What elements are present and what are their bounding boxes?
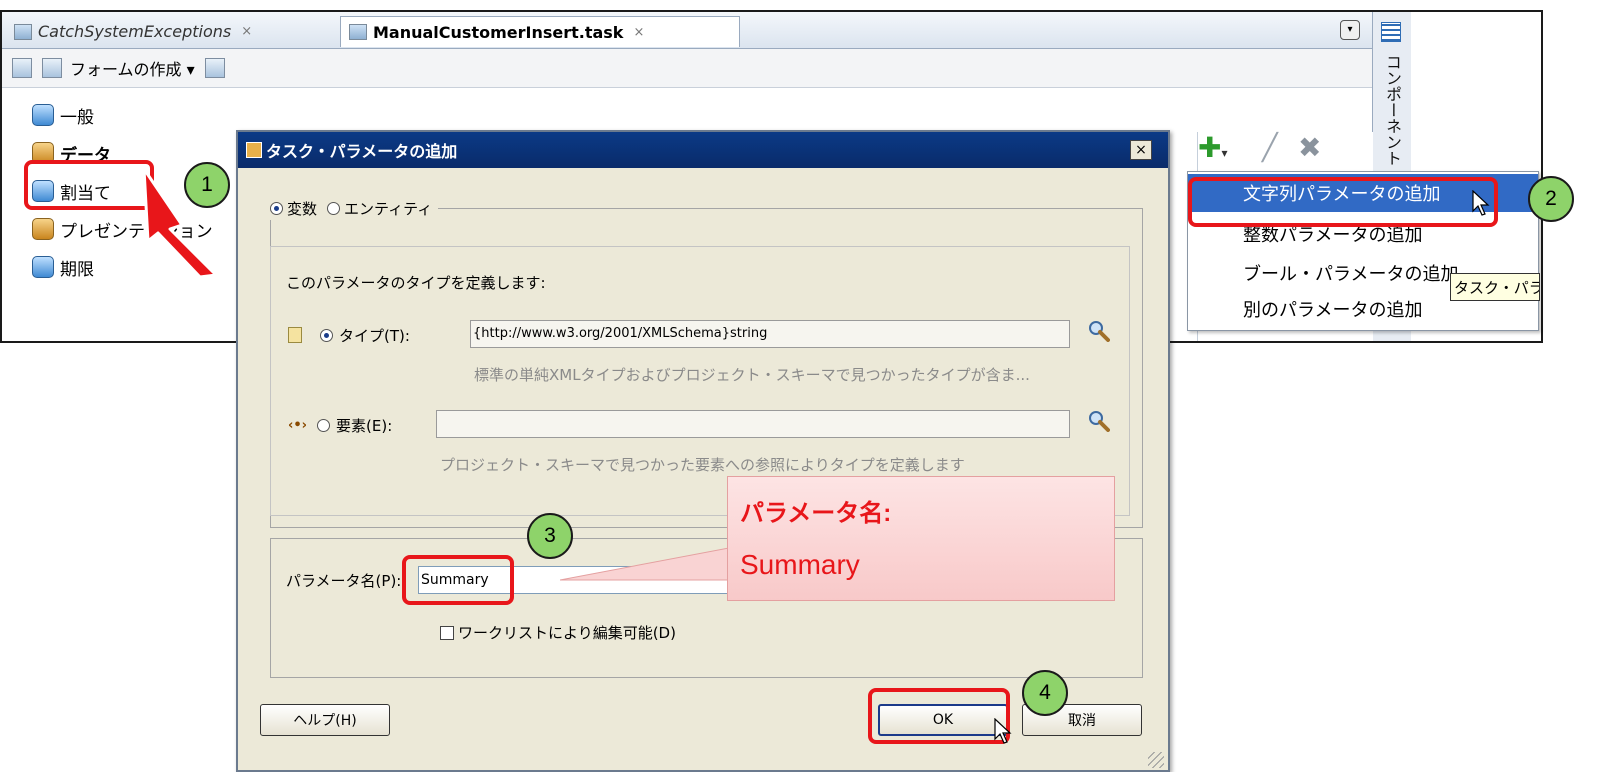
- type-icon: [288, 327, 302, 343]
- worklist-editable-row: ワークリストにより編集可能(D): [440, 622, 676, 643]
- add-parameter-icon[interactable]: ✚▾: [1198, 134, 1228, 167]
- callout-pointer: [560, 543, 750, 581]
- type-label: タイプ(T):: [339, 326, 410, 345]
- nav-item-general[interactable]: 一般: [32, 98, 94, 132]
- create-form-menu[interactable]: フォームの作成 ▾: [70, 56, 195, 80]
- callout-title: パラメータ名:: [740, 500, 892, 527]
- structure-icon[interactable]: [12, 58, 32, 78]
- step-1-badge: 1: [184, 162, 230, 208]
- presentation-icon: [32, 218, 54, 240]
- edit-pencil-icon[interactable]: ╱: [1262, 134, 1278, 162]
- worklist-editable-checkbox[interactable]: [440, 625, 454, 640]
- highlight-add-string-item: [1188, 177, 1498, 227]
- nav-item-label: 期限: [60, 259, 94, 280]
- dialog-app-icon: [246, 142, 262, 158]
- tab-list-dropdown-icon[interactable]: ▾: [1340, 20, 1360, 40]
- highlight-ok-button: [868, 688, 1010, 744]
- define-type-label: このパラメータのタイプを定義します:: [286, 274, 546, 292]
- tab-close-icon[interactable]: ×: [633, 25, 644, 40]
- resize-grip[interactable]: [1148, 752, 1164, 768]
- mouse-cursor-icon: [1472, 190, 1490, 216]
- element-input[interactable]: [436, 410, 1070, 438]
- tooltip: タスク・パラ: [1450, 273, 1540, 301]
- callout-value: Summary: [740, 549, 860, 580]
- component-grid-icon[interactable]: [1381, 22, 1401, 42]
- nav-item-deadline[interactable]: 期限: [32, 250, 94, 284]
- element-row: ‹•› 要素(E):: [288, 412, 392, 438]
- variable-label: 変数: [287, 199, 318, 218]
- step-3-badge: 3: [527, 513, 573, 559]
- type-row: タイプ(T):: [288, 322, 410, 348]
- preview-icon[interactable]: [204, 58, 225, 78]
- editor-tab-bar: CatchSystemExceptions × ManualCustomerIn…: [2, 12, 1372, 49]
- entity-label: エンティティ: [344, 199, 433, 218]
- tab-close-icon[interactable]: ×: [241, 24, 252, 39]
- delete-icon[interactable]: ✖: [1298, 134, 1321, 162]
- search-icon[interactable]: [1088, 320, 1110, 342]
- callout-box: パラメータ名: Summary: [727, 476, 1115, 601]
- nav-item-label: 一般: [60, 107, 94, 128]
- general-icon: [32, 104, 54, 126]
- type-hint: 標準の単純XMLタイプおよびプロジェクト・スキーマで見つかったタイプが含ま...: [474, 366, 1030, 384]
- tab-label: CatchSystemExceptions: [38, 22, 232, 41]
- type-input[interactable]: {http://www.w3.org/2001/XMLSchema}string: [470, 320, 1070, 348]
- mouse-cursor-icon: [994, 718, 1012, 744]
- dialog-title-bar[interactable]: タスク・パラメータの追加: [238, 132, 1168, 168]
- worklist-editable-label: ワークリストにより編集可能(D): [458, 624, 676, 642]
- tab-manual-customer-insert[interactable]: ManualCustomerInsert.task ×: [340, 16, 740, 47]
- step-4-badge: 4: [1022, 670, 1068, 716]
- help-button[interactable]: ヘルプ(H): [260, 704, 390, 736]
- dialog-title: タスク・パラメータの追加: [266, 142, 458, 161]
- task-icon: [349, 24, 367, 40]
- clock-icon: [32, 256, 54, 278]
- step-2-badge: 2: [1528, 176, 1574, 222]
- radio-type[interactable]: [320, 328, 333, 342]
- component-palette-label[interactable]: コンポーネント: [1382, 54, 1402, 166]
- highlight-data-nav: [24, 160, 154, 210]
- highlight-name-input: [402, 555, 514, 605]
- element-label: 要素(E):: [336, 416, 393, 435]
- tab-label: ManualCustomerInsert.task: [373, 22, 624, 42]
- radio-variable[interactable]: [270, 201, 283, 215]
- radio-element[interactable]: [317, 418, 331, 432]
- process-icon: [14, 23, 32, 40]
- tab-catch-system-exceptions[interactable]: CatchSystemExceptions ×: [6, 16, 336, 47]
- parameter-kind-radios: 変数 エンティティ: [264, 196, 439, 220]
- search-icon[interactable]: [1088, 410, 1110, 432]
- task-toolbar: フォームの作成 ▾: [2, 49, 1372, 88]
- element-hint: プロジェクト・スキーマで見つかった要素への参照によりタイプを定義します: [440, 456, 965, 474]
- form-icon[interactable]: [42, 58, 62, 78]
- dialog-close-button[interactable]: ×: [1130, 140, 1152, 160]
- parameter-name-label: パラメータ名(P):: [286, 572, 402, 590]
- radio-entity[interactable]: [327, 201, 341, 215]
- element-icon: ‹•›: [288, 417, 308, 433]
